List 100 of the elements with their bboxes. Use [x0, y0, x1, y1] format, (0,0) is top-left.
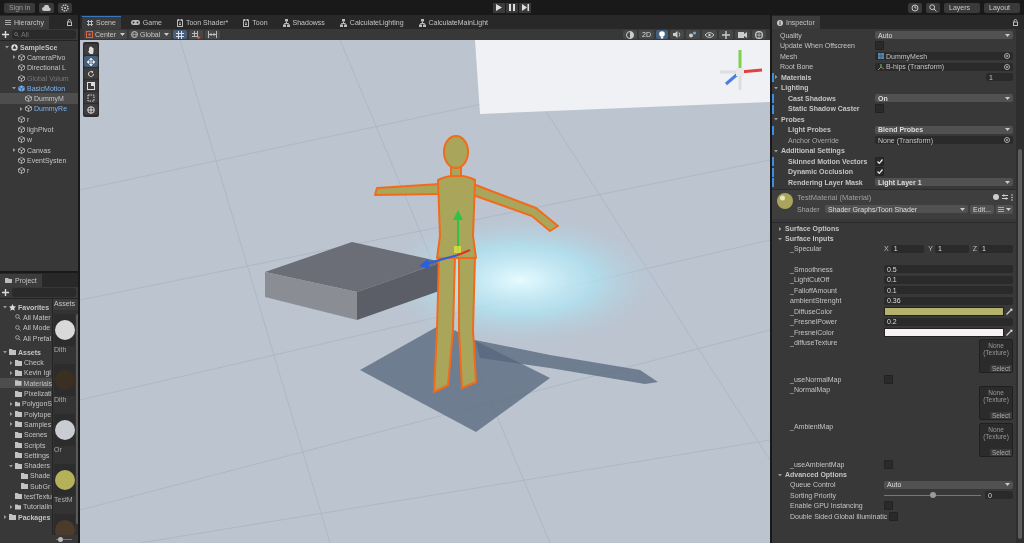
move-gizmo-icon — [419, 210, 471, 269]
foldout-arrow-icon[interactable] — [774, 75, 778, 80]
foldout-arrow-icon[interactable] — [11, 148, 16, 153]
foldout-arrow-icon[interactable] — [8, 360, 13, 365]
slider-thumb[interactable] — [58, 536, 64, 542]
rect-tool-button[interactable] — [84, 92, 98, 103]
foldout-arrow-icon[interactable] — [11, 55, 16, 60]
hidden-objects-button[interactable] — [702, 30, 717, 39]
scale-icon — [87, 81, 95, 90]
sliders-icon[interactable] — [1002, 194, 1008, 200]
play-icon — [496, 4, 502, 11]
snap-grid-icon — [192, 30, 201, 39]
camera-settings-button[interactable] — [735, 30, 750, 39]
pause-button[interactable] — [506, 2, 518, 13]
foldout-arrow-icon[interactable] — [2, 350, 7, 355]
foldout-arrow-icon[interactable] — [18, 106, 23, 111]
eyedropper-icon[interactable] — [1006, 307, 1013, 315]
gear-icon — [61, 3, 70, 12]
lock-icon[interactable] — [67, 19, 72, 26]
cube-icon — [18, 115, 25, 123]
effects-button[interactable] — [686, 30, 700, 39]
cube-icon — [18, 126, 25, 133]
caret-icon — [1005, 180, 1010, 184]
rotate-tool-button[interactable] — [84, 68, 98, 79]
info-icon — [777, 19, 783, 26]
transform-tool-button[interactable] — [84, 104, 98, 115]
sub-graph-icon — [339, 18, 347, 27]
material-thumbnail[interactable] — [54, 314, 75, 346]
caret-icon — [1006, 207, 1011, 211]
foldout-arrow-icon[interactable] — [2, 515, 7, 520]
foldout-arrow-icon[interactable] — [8, 504, 13, 509]
star-icon — [9, 303, 16, 311]
foldout-arrow-icon[interactable] — [2, 305, 7, 310]
eyedropper-icon[interactable] — [1006, 328, 1013, 336]
effects-icon — [689, 31, 697, 38]
foldout-arrow-icon[interactable] — [8, 412, 13, 417]
slider-thumb[interactable] — [929, 491, 936, 498]
checkbox[interactable] — [875, 167, 884, 177]
tools-button[interactable] — [719, 30, 733, 39]
shader-graph-icon — [176, 18, 183, 27]
foldout-arrow-icon[interactable] — [8, 422, 13, 427]
caret-icon — [1005, 483, 1010, 487]
history-button[interactable] — [908, 2, 922, 13]
globe-icon — [131, 31, 138, 38]
snap-button[interactable] — [189, 30, 204, 39]
search-button[interactable] — [926, 2, 940, 13]
help-icon[interactable] — [993, 194, 999, 200]
search-field[interactable] — [12, 288, 76, 297]
hand-tool-button[interactable] — [84, 44, 98, 55]
scale-tool-button[interactable] — [84, 80, 98, 91]
material-thumbnail[interactable] — [54, 364, 75, 396]
cube-icon — [18, 146, 25, 154]
move-icon — [87, 57, 95, 66]
plus-icon — [2, 289, 9, 296]
foldout-arrow-icon[interactable] — [778, 226, 782, 231]
camera-button[interactable] — [623, 30, 638, 39]
axis-gizmo-icon[interactable] — [720, 50, 763, 90]
cube-icon — [25, 105, 32, 113]
search-icon — [15, 314, 21, 321]
foldout-arrow-icon[interactable] — [11, 86, 16, 91]
step-button[interactable] — [519, 2, 531, 13]
scene-icon — [11, 43, 18, 51]
axes-icon — [878, 63, 884, 70]
color-field[interactable] — [884, 306, 1004, 316]
cube-icon — [18, 136, 25, 144]
grid-toggle-button[interactable] — [173, 30, 188, 39]
cloud-icon — [42, 4, 52, 11]
move-tool-button[interactable] — [84, 56, 98, 67]
list-icon — [5, 20, 11, 25]
material-thumbnail[interactable] — [54, 414, 75, 446]
lock-icon[interactable] — [1013, 19, 1018, 26]
cube-icon — [18, 53, 25, 61]
scroll-bar[interactable] — [1016, 29, 1024, 543]
play-button[interactable] — [493, 2, 505, 13]
foldout-arrow-icon[interactable] — [8, 370, 13, 375]
checkbox[interactable] — [875, 156, 884, 166]
foldout-arrow-icon[interactable] — [8, 401, 13, 406]
eye-icon — [705, 31, 714, 38]
cube-icon — [18, 64, 25, 72]
lighting-toggle-button[interactable] — [656, 30, 668, 39]
collab-button[interactable] — [58, 2, 73, 13]
audio-toggle-button[interactable] — [670, 30, 684, 39]
foldout-arrow-icon[interactable] — [8, 463, 13, 468]
hand-icon — [87, 45, 95, 54]
rotate-icon — [87, 69, 95, 78]
target-icon[interactable] — [1004, 137, 1010, 144]
add-button[interactable] — [2, 31, 9, 38]
color-field[interactable] — [884, 327, 1004, 337]
sub-graph-icon — [282, 18, 290, 27]
list-icon — [998, 206, 1004, 212]
list-button[interactable] — [996, 204, 1013, 214]
cloud-button[interactable] — [39, 2, 55, 13]
material-thumbnail[interactable] — [54, 464, 75, 496]
search-icon — [14, 32, 19, 37]
gizmos-button[interactable] — [752, 30, 766, 39]
cube-icon — [18, 74, 25, 82]
add-button[interactable] — [2, 289, 9, 296]
foldout-arrow-icon[interactable] — [4, 45, 9, 50]
increment-snap-button[interactable] — [205, 30, 221, 39]
step-icon — [521, 4, 529, 11]
